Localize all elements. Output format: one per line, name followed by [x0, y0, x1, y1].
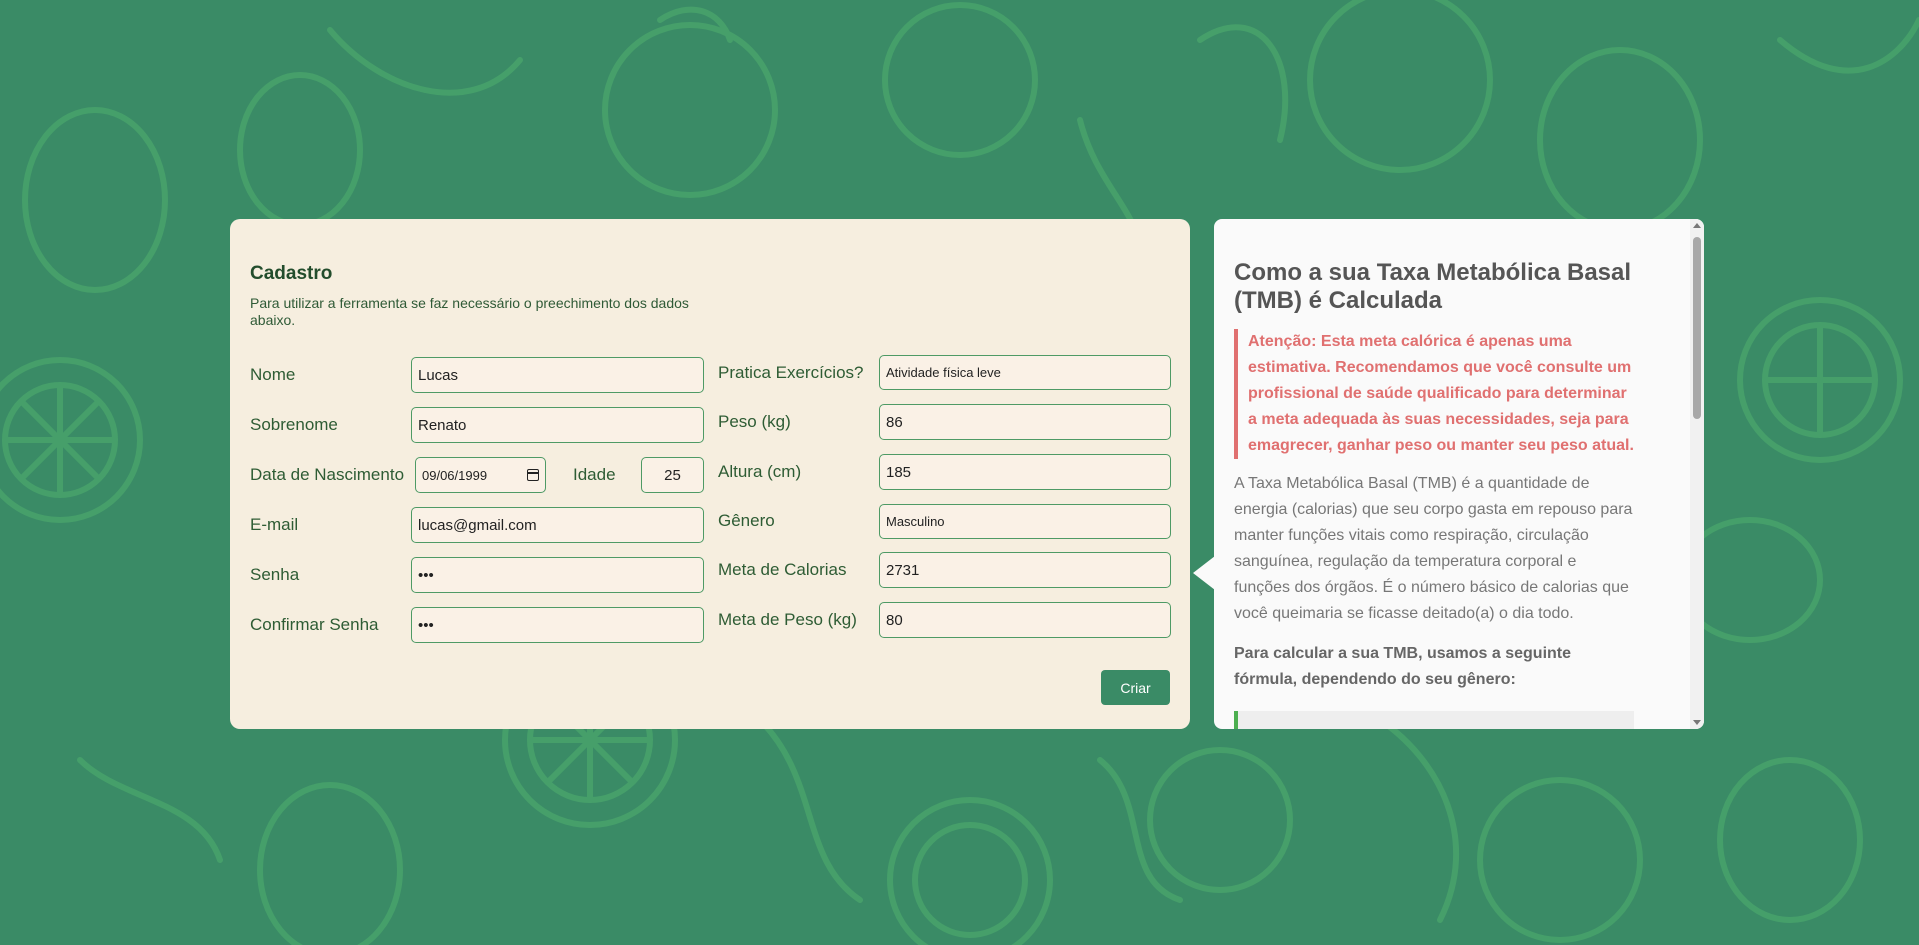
genero-value: Masculino	[886, 514, 945, 529]
scroll-down-icon[interactable]	[1693, 720, 1701, 725]
sobrenome-input[interactable]: Renato	[411, 407, 704, 443]
genero-select[interactable]: Masculino	[879, 504, 1171, 539]
peso-input[interactable]: 86	[879, 404, 1171, 440]
form-subtitle: Para utilizar a ferramenta se faz necess…	[250, 295, 689, 328]
exercicios-label: Pratica Exercícios?	[718, 363, 864, 382]
idade-label: Idade	[573, 465, 616, 484]
email-value: lucas@gmail.com	[418, 516, 537, 534]
peso-label: Peso (kg)	[718, 412, 791, 431]
meta-peso-value: 80	[886, 611, 903, 629]
peso-value: 86	[886, 413, 903, 431]
scrollbar[interactable]	[1690, 219, 1704, 729]
altura-input[interactable]: 185	[879, 454, 1171, 490]
meta-calorias-input[interactable]: 2731	[879, 552, 1171, 588]
nascimento-value: 09/06/1999	[422, 467, 488, 483]
nascimento-date-input[interactable]: 09/06/1999	[415, 457, 546, 493]
nome-input[interactable]: Lucas	[411, 357, 704, 393]
warning-note: Atenção: Esta meta calórica é apenas uma…	[1234, 329, 1634, 459]
formula-intro: Para calcular a sua TMB, usamos a seguin…	[1234, 645, 1572, 688]
info-pointer	[1193, 556, 1215, 590]
exercicios-select[interactable]: Atividade física leve	[879, 355, 1171, 390]
scroll-thumb[interactable]	[1693, 237, 1701, 419]
senha-value: •••	[418, 566, 434, 584]
email-input[interactable]: lucas@gmail.com	[411, 507, 704, 543]
tmb-info-panel[interactable]: Como a sua Taxa Metabólica Basal (TMB) é…	[1214, 219, 1704, 729]
altura-label: Altura (cm)	[718, 462, 802, 481]
meta-calorias-value: 2731	[886, 561, 920, 579]
genero-label: Gênero	[718, 511, 775, 530]
registration-card: Cadastro Para utilizar a ferramenta se f…	[230, 219, 1190, 729]
calendar-icon[interactable]	[527, 469, 539, 481]
senha-input[interactable]: •••	[411, 557, 704, 593]
confirmar-senha-label: Confirmar Senha	[250, 615, 379, 634]
idade-input[interactable]: 25	[641, 457, 704, 493]
meta-calorias-label: Meta de Calorias	[718, 560, 847, 579]
sobrenome-value: Renato	[418, 416, 467, 434]
meta-peso-input[interactable]: 80	[879, 602, 1171, 638]
nome-value: Lucas	[418, 366, 459, 384]
exercicios-value: Atividade física leve	[886, 365, 1001, 380]
info-paragraph: A Taxa Metabólica Basal (TMB) é a quanti…	[1234, 475, 1633, 622]
meta-peso-label: Meta de Peso (kg)	[718, 610, 857, 629]
nascimento-label: Data de Nascimento	[250, 465, 405, 484]
formula-box	[1234, 711, 1634, 729]
confirmar-senha-value: •••	[418, 616, 434, 634]
criar-button[interactable]: Criar	[1101, 670, 1170, 705]
senha-label: Senha	[250, 565, 300, 584]
altura-value: 185	[886, 463, 912, 481]
form-title: Cadastro	[250, 263, 333, 284]
scroll-up-icon[interactable]	[1693, 223, 1701, 228]
confirmar-senha-input[interactable]: •••	[411, 607, 704, 643]
sobrenome-label: Sobrenome	[250, 415, 338, 434]
email-label: E-mail	[250, 515, 299, 534]
nome-label: Nome	[250, 365, 296, 384]
idade-value: 25	[664, 466, 681, 484]
info-title: Como a sua Taxa Metabólica Basal (TMB) é…	[1234, 259, 1632, 314]
